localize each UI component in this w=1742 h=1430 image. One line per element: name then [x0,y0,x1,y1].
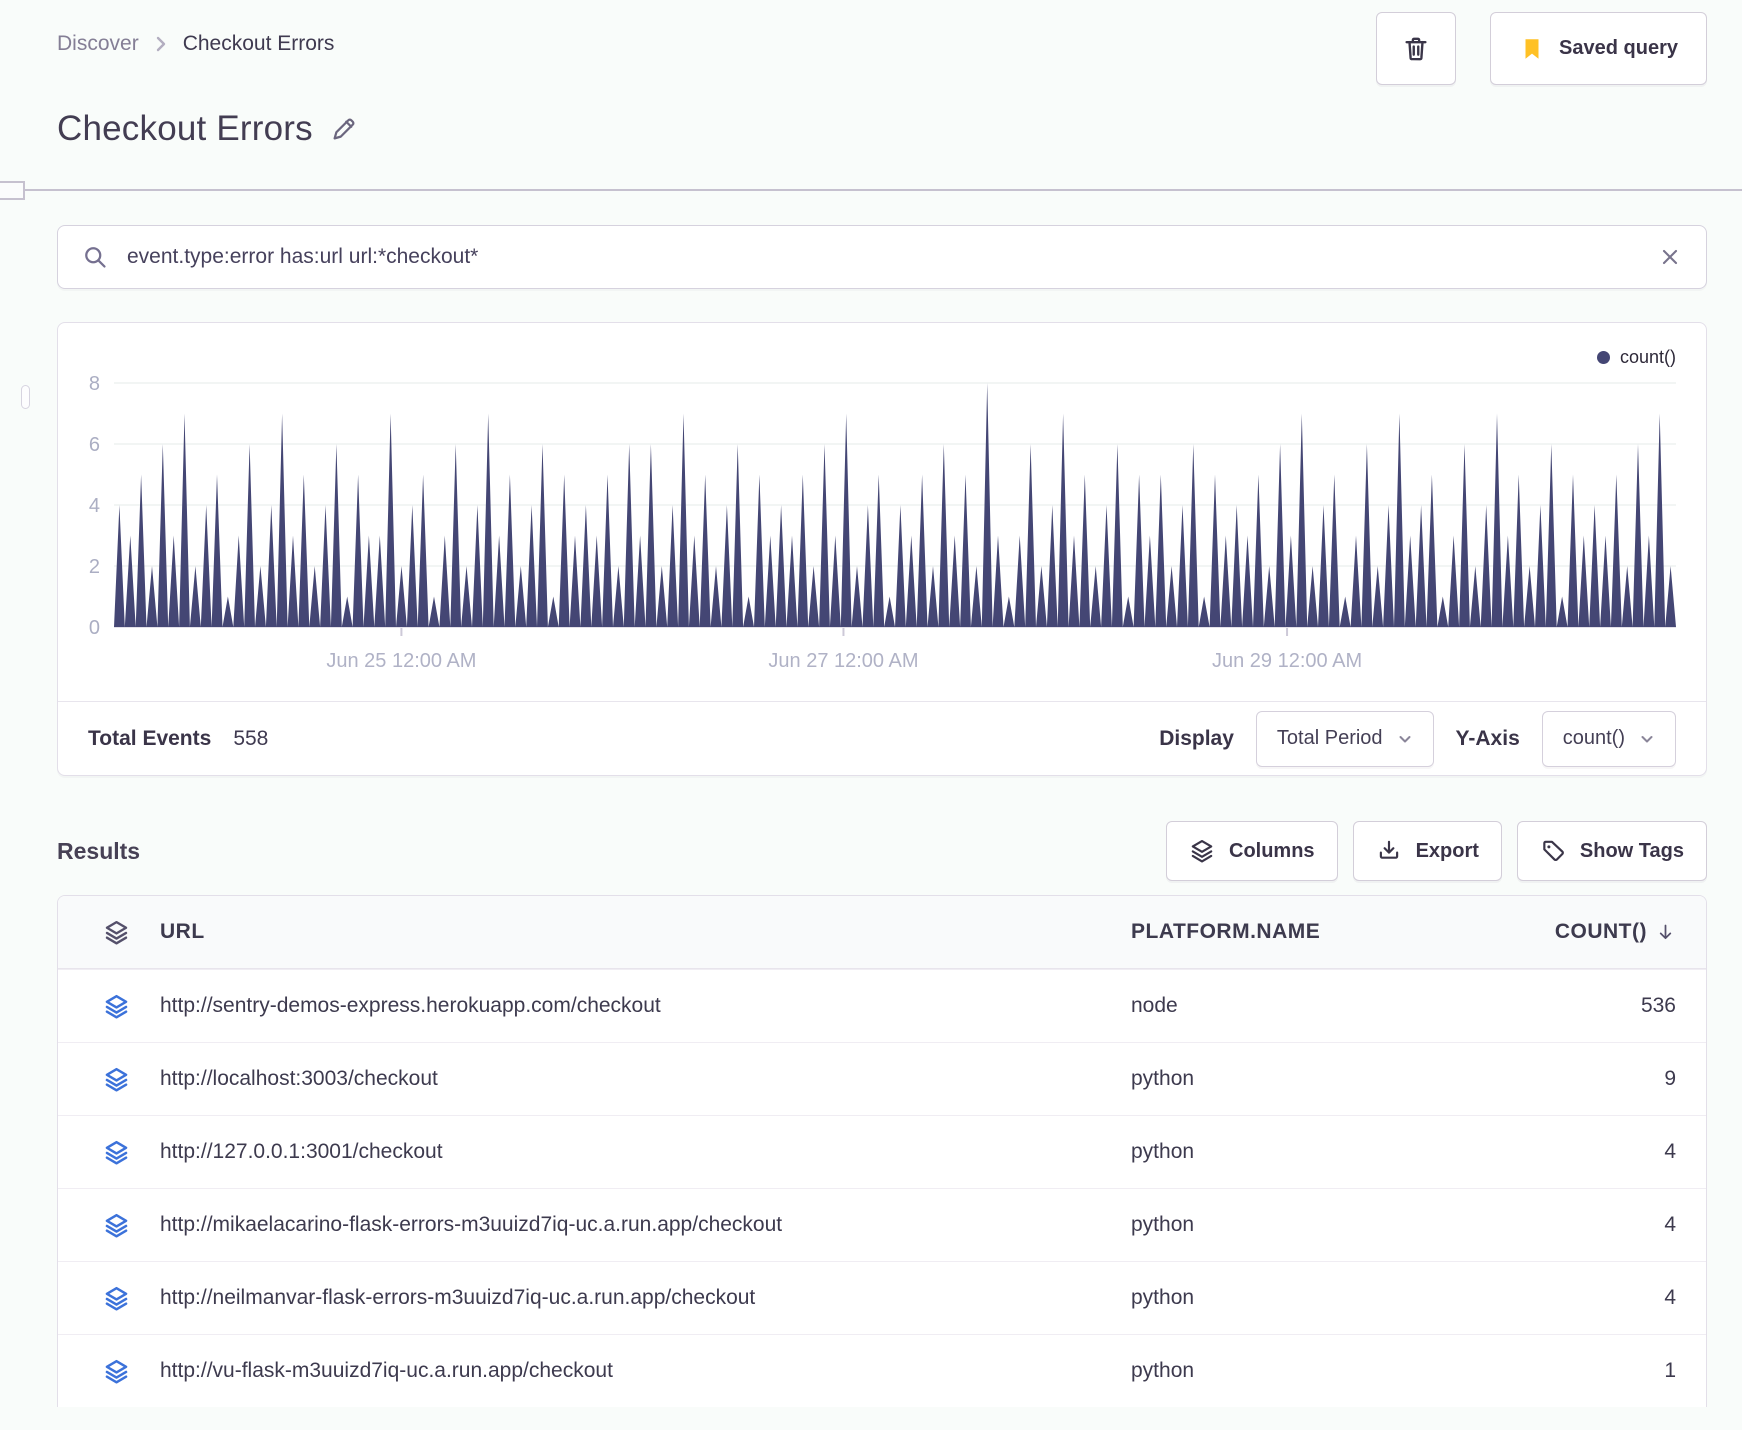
left-edge-handle [21,385,30,409]
display-dropdown[interactable]: Total Period [1255,710,1434,767]
page-header: Discover Checkout Errors Saved query [57,0,1707,85]
edit-pencil-icon[interactable] [329,114,359,144]
table-row: http://neilmanvar-flask-errors-m3uuizd7i… [58,1261,1706,1334]
chart-footer: Total Events 558 Display Total Period Y-… [58,701,1706,775]
close-icon [1662,249,1678,265]
row-platform: python [1131,1286,1195,1309]
section-divider [0,181,1742,200]
row-url[interactable]: http://127.0.0.1:3001/checkout [160,1140,1131,1164]
row-count: 4 [1664,1213,1676,1236]
columns-button[interactable]: Columns [1166,821,1338,881]
row-actions-stack-icon[interactable] [103,1285,130,1312]
table-row: http://localhost:3003/checkout python 9 [58,1042,1706,1115]
row-platform: python [1131,1067,1195,1090]
row-platform: python [1131,1359,1195,1382]
chevron-down-icon [1399,735,1411,742]
total-events-value: 558 [233,726,269,750]
row-url[interactable]: http://sentry-demos-express.herokuapp.co… [160,994,1131,1018]
search-bar [57,225,1707,289]
search-input[interactable] [127,245,1640,269]
yaxis-label: Y-Axis [1455,726,1520,750]
svg-text:Jun 25 12:00 AM: Jun 25 12:00 AM [326,650,476,672]
total-events-label: Total Events [88,726,212,750]
sidebar-collapse-handle[interactable] [0,181,25,200]
row-count: 4 [1664,1286,1676,1309]
table-row: http://mikaelacarino-flask-errors-m3uuiz… [58,1188,1706,1261]
svg-text:4: 4 [89,495,100,517]
results-heading: Results [57,837,141,864]
bookmark-icon [1525,38,1539,59]
row-url[interactable]: http://vu-flask-m3uuizd7iq-uc.a.run.app/… [160,1359,1131,1383]
saved-query-button[interactable]: Saved query [1490,12,1707,85]
chevron-down-icon [1641,735,1653,742]
yaxis-dropdown[interactable]: count() [1541,710,1676,767]
stack-header-icon [105,920,127,944]
svg-text:6: 6 [89,434,100,456]
layers-icon [1191,839,1213,863]
row-platform: node [1131,994,1178,1017]
delete-query-button[interactable] [1376,12,1457,85]
row-platform: python [1131,1140,1195,1163]
search-icon [85,246,106,268]
table-row: http://vu-flask-m3uuizd7iq-uc.a.run.app/… [58,1334,1706,1407]
display-label: Display [1159,726,1234,750]
row-url[interactable]: http://neilmanvar-flask-errors-m3uuizd7i… [160,1286,1131,1310]
row-count: 536 [1640,994,1676,1017]
sort-descending-arrow-icon [1659,924,1672,939]
legend-dot [1596,351,1610,364]
export-button[interactable]: Export [1352,821,1502,881]
row-count: 4 [1664,1140,1676,1163]
saved-query-label: Saved query [1559,37,1678,59]
svg-text:Jun 29 12:00 AM: Jun 29 12:00 AM [1212,650,1362,672]
svg-text:2: 2 [89,556,100,578]
events-chart: 0 2 4 6 8 Jun 25 12:00 AM Jun 27 12:00 AM Jun 2… [89,373,1676,672]
clear-search-button[interactable] [1658,245,1682,269]
column-header-count[interactable]: COUNT() [1461,920,1676,944]
row-actions-stack-icon[interactable] [103,1358,130,1385]
row-url[interactable]: http://localhost:3003/checkout [160,1067,1131,1091]
column-header-platform[interactable]: PLATFORM.NAME [1131,920,1461,944]
table-row: http://sentry-demos-express.herokuapp.co… [58,969,1706,1042]
results-table: URL PLATFORM.NAME COUNT() http://sentry-… [57,895,1707,1407]
row-platform: python [1131,1213,1195,1236]
svg-text:8: 8 [89,373,100,395]
row-actions-stack-icon[interactable] [103,1066,130,1093]
show-tags-button-label: Show Tags [1579,839,1684,862]
tag-icon [1543,840,1564,862]
columns-button-label: Columns [1229,839,1315,862]
row-actions-stack-icon[interactable] [103,993,130,1020]
chart-legend[interactable]: count() [1596,347,1676,368]
row-count: 9 [1664,1067,1676,1090]
svg-text:Jun 27 12:00 AM: Jun 27 12:00 AM [768,650,918,672]
table-row: http://127.0.0.1:3001/checkout python 4 [58,1115,1706,1188]
breadcrumb-discover[interactable]: Discover [57,32,139,56]
column-header-url[interactable]: URL [160,920,1131,944]
breadcrumb-current: Checkout Errors [182,32,335,55]
chevron-right-icon [156,36,165,52]
show-tags-button[interactable]: Show Tags [1516,821,1707,881]
events-chart-panel: count() 0 2 4 6 8 Jun 25 12:00 AM Jun 27 12:00… [57,322,1707,776]
yaxis-dropdown-value: count() [1562,727,1625,749]
download-icon [1379,840,1398,859]
export-button-label: Export [1415,839,1479,862]
table-header-row: URL PLATFORM.NAME COUNT() [58,896,1706,969]
breadcrumb: Discover Checkout Errors [57,12,334,56]
trash-icon [1405,37,1427,60]
display-dropdown-value: Total Period [1276,727,1383,749]
row-actions-stack-icon[interactable] [103,1139,130,1166]
row-actions-stack-icon[interactable] [103,1212,130,1239]
row-url[interactable]: http://mikaelacarino-flask-errors-m3uuiz… [160,1213,1131,1237]
row-count: 1 [1664,1359,1676,1382]
header-actions: Saved query [1376,12,1707,85]
page-title: Checkout Errors [57,109,313,148]
svg-text:0: 0 [89,617,100,639]
legend-label: count() [1619,347,1676,367]
